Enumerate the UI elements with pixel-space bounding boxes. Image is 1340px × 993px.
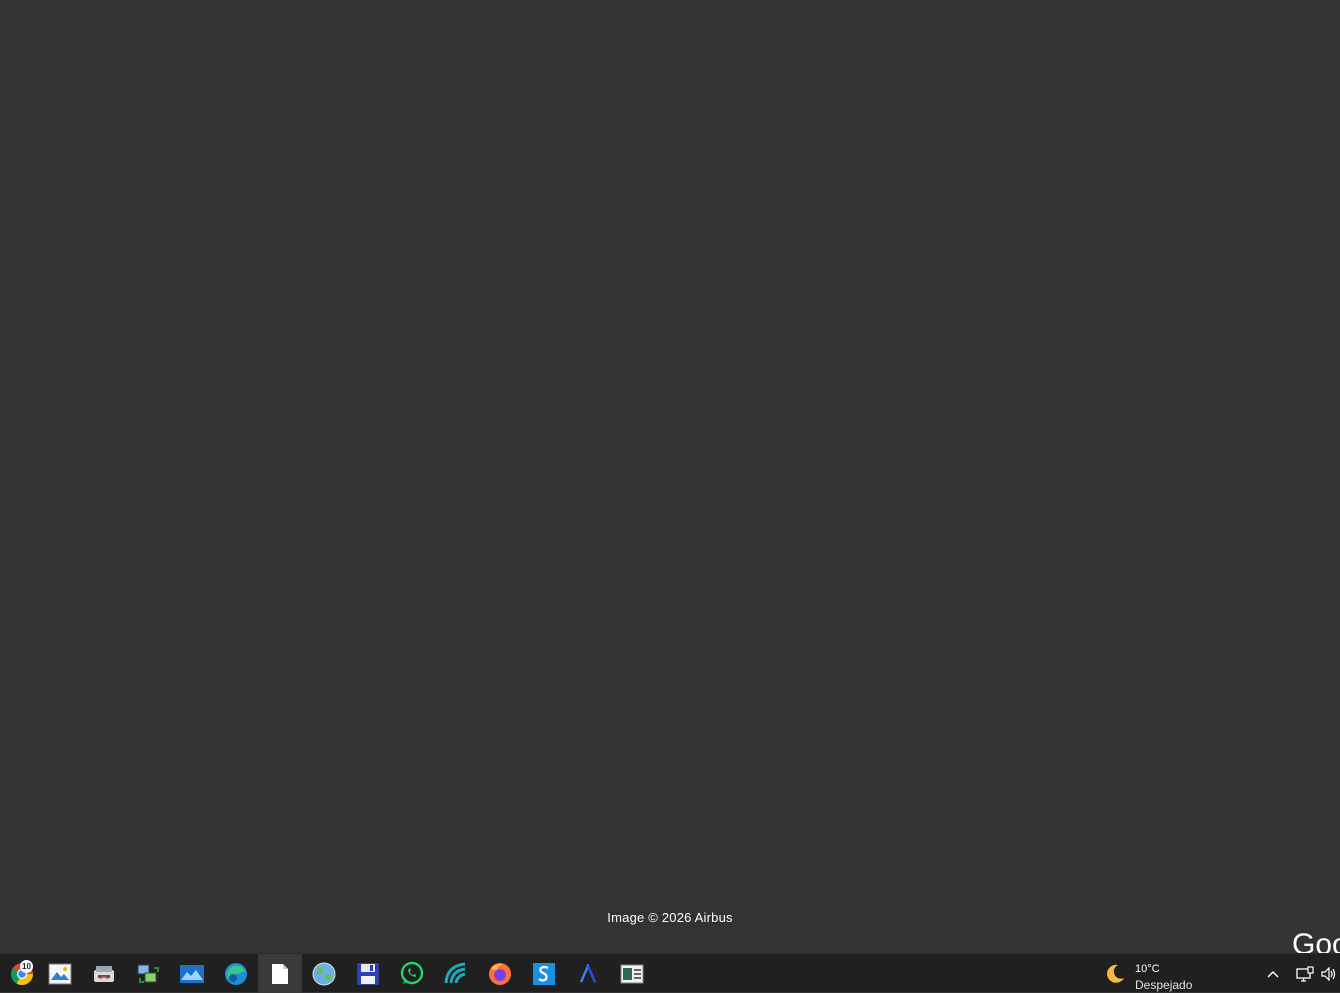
s-app-icon[interactable] [522,954,566,993]
photos-icon[interactable] [170,954,214,993]
teal-app-icon[interactable] [434,954,478,993]
blank-document-icon[interactable] [258,954,302,993]
save-disk-icon[interactable] [346,954,390,993]
reader-icon[interactable] [610,954,654,993]
taskbar: 10 10°C Despejado [0,953,1340,993]
scanner-icon[interactable] [82,954,126,993]
map-attribution: Image © 2026 Airbus [607,910,733,925]
volume-icon[interactable] [1318,954,1340,993]
network-icon[interactable] [1294,954,1316,993]
show-hidden-icons-chevron-icon[interactable] [1262,954,1284,993]
map-viewport[interactable]: Image © 2026 Airbus Goo [0,0,1340,953]
globe-icon[interactable] [302,954,346,993]
google-logo: Goo [1292,928,1340,954]
whatsapp-icon[interactable] [390,954,434,993]
network-transfer-icon[interactable] [126,954,170,993]
firefox-icon[interactable] [478,954,522,993]
a-app-icon[interactable] [566,954,610,993]
weather-widget[interactable]: 10°C Despejado [1098,954,1208,993]
edge-icon[interactable] [214,954,258,993]
moon-icon [1104,963,1126,990]
weather-condition: Despejado [1135,978,1193,992]
weather-temperature: 10°C [1135,963,1160,975]
notification-badge: 10 [20,960,33,973]
photo-viewer-icon[interactable] [38,954,82,993]
